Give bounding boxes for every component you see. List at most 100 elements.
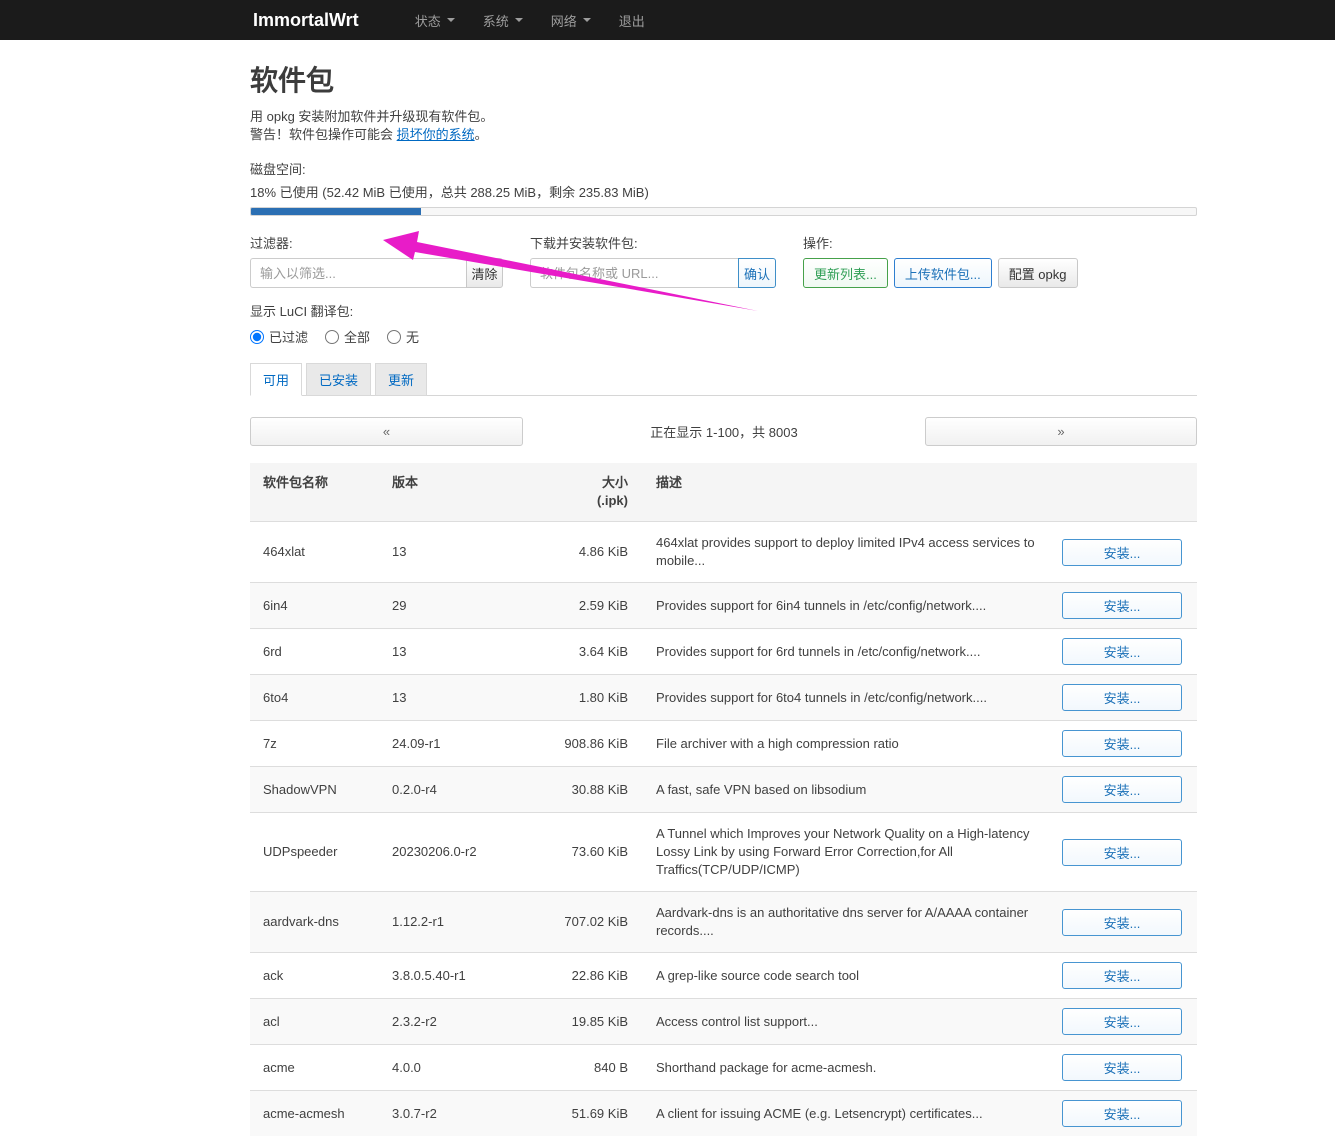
download-section: 下载并安装软件包: 确认 bbox=[530, 233, 776, 288]
package-name: 6to4 bbox=[250, 675, 392, 721]
prev-page-button[interactable]: « bbox=[250, 417, 523, 446]
package-version: 3.8.0.5.40-r1 bbox=[392, 953, 525, 999]
package-size: 3.64 KiB bbox=[525, 629, 628, 675]
download-label: 下载并安装软件包: bbox=[530, 233, 776, 252]
filter-section: 过滤器: 清除 bbox=[250, 233, 503, 288]
header-package-name: 软件包名称 bbox=[250, 463, 392, 522]
radio-label: 已过滤 bbox=[269, 327, 308, 346]
install-button[interactable]: 安装... bbox=[1062, 592, 1182, 619]
install-button[interactable]: 安装... bbox=[1062, 539, 1182, 566]
disk-usage-text: 18% 已使用 (52.42 MiB 已使用，总共 288.25 MiB，剩余 … bbox=[250, 182, 1197, 201]
tab-installed[interactable]: 已安装 bbox=[306, 363, 371, 396]
package-version: 2.3.2-r2 bbox=[392, 999, 525, 1045]
package-size: 30.88 KiB bbox=[525, 767, 628, 813]
clear-filter-button[interactable]: 清除 bbox=[466, 258, 503, 288]
table-row: acme-acmesh 3.0.7-r2 51.69 KiB A client … bbox=[250, 1091, 1197, 1136]
install-button[interactable]: 安装... bbox=[1062, 839, 1182, 866]
update-lists-button[interactable]: 更新列表... bbox=[803, 258, 888, 288]
brand-logo[interactable]: ImmortalWrt bbox=[253, 10, 359, 31]
translations-label: 显示 LuCI 翻译包: bbox=[250, 304, 353, 319]
header-version: 版本 bbox=[392, 463, 525, 522]
translation-option-all[interactable]: 全部 bbox=[325, 327, 370, 346]
disk-space-label: 磁盘空间: bbox=[250, 159, 1197, 178]
package-size: 840 B bbox=[525, 1045, 628, 1091]
nav-item-status[interactable]: 状态 bbox=[401, 0, 469, 40]
page-title: 软件包 bbox=[250, 59, 1197, 99]
translation-option-none[interactable]: 无 bbox=[387, 327, 419, 346]
package-size: 19.85 KiB bbox=[525, 999, 628, 1045]
upload-package-button[interactable]: 上传软件包... bbox=[894, 258, 992, 288]
radio-none[interactable] bbox=[387, 330, 401, 344]
package-version: 13 bbox=[392, 675, 525, 721]
nav-item-label: 退出 bbox=[619, 11, 645, 30]
install-button[interactable]: 安装... bbox=[1062, 776, 1182, 803]
package-name: UDPspeeder bbox=[250, 813, 392, 892]
tab-updates[interactable]: 更新 bbox=[375, 363, 427, 396]
package-name: 464xlat bbox=[250, 522, 392, 583]
install-button[interactable]: 安装... bbox=[1062, 684, 1182, 711]
nav-item-system[interactable]: 系统 bbox=[469, 0, 537, 40]
package-name: ShadowVPN bbox=[250, 767, 392, 813]
filter-input[interactable] bbox=[250, 258, 466, 288]
package-name: acl bbox=[250, 999, 392, 1045]
next-page-button[interactable]: » bbox=[925, 417, 1197, 446]
package-description: Provides support for 6to4 tunnels in /et… bbox=[628, 675, 1062, 721]
page-subtitle: 用 opkg 安装附加软件并升级现有软件包。 bbox=[250, 108, 1197, 125]
install-button[interactable]: 安装... bbox=[1062, 730, 1182, 757]
package-description: A Tunnel which Improves your Network Qua… bbox=[628, 813, 1062, 892]
install-button[interactable]: 安装... bbox=[1062, 909, 1182, 936]
package-size: 22.86 KiB bbox=[525, 953, 628, 999]
tab-available[interactable]: 可用 bbox=[250, 363, 302, 396]
pagination-status: 正在显示 1-100，共 8003 bbox=[523, 422, 925, 441]
table-row: acme 4.0.0 840 B Shorthand package for a… bbox=[250, 1045, 1197, 1091]
actions-label: 操作: bbox=[803, 233, 1084, 252]
filter-label: 过滤器: bbox=[250, 233, 503, 252]
confirm-button[interactable]: 确认 bbox=[738, 258, 776, 288]
translations-options: 已过滤全部无 bbox=[250, 327, 1197, 346]
package-size: 4.86 KiB bbox=[525, 522, 628, 583]
package-size: 908.86 KiB bbox=[525, 721, 628, 767]
install-button[interactable]: 安装... bbox=[1062, 1008, 1182, 1035]
damage-system-link[interactable]: 损坏你的系统 bbox=[397, 127, 475, 142]
table-row: 6in4 29 2.59 KiB Provides support for 6i… bbox=[250, 583, 1197, 629]
package-version: 13 bbox=[392, 629, 525, 675]
radio-filtered[interactable] bbox=[250, 330, 264, 344]
package-url-input[interactable] bbox=[530, 258, 738, 288]
package-size: 2.59 KiB bbox=[525, 583, 628, 629]
disk-usage-progress-fill bbox=[251, 208, 421, 215]
install-button[interactable]: 安装... bbox=[1062, 1054, 1182, 1081]
table-row: ShadowVPN 0.2.0-r4 30.88 KiB A fast, saf… bbox=[250, 767, 1197, 813]
package-table: 软件包名称 版本 大小 (.ipk) 描述 464xlat 13 4.86 Ki… bbox=[250, 463, 1197, 1136]
install-button[interactable]: 安装... bbox=[1062, 638, 1182, 665]
table-row: 464xlat 13 4.86 KiB 464xlat provides sup… bbox=[250, 522, 1197, 583]
table-row: acl 2.3.2-r2 19.85 KiB Access control li… bbox=[250, 999, 1197, 1045]
configure-opkg-button[interactable]: 配置 opkg bbox=[998, 258, 1078, 288]
nav-item-label: 状态 bbox=[415, 11, 441, 30]
nav-item-network[interactable]: 网络 bbox=[537, 0, 605, 40]
translation-option-filtered[interactable]: 已过滤 bbox=[250, 327, 308, 346]
package-size: 51.69 KiB bbox=[525, 1091, 628, 1136]
table-row: aardvark-dns 1.12.2-r1 707.02 KiB Aardva… bbox=[250, 892, 1197, 953]
radio-all[interactable] bbox=[325, 330, 339, 344]
package-name: 7z bbox=[250, 721, 392, 767]
package-description: A fast, safe VPN based on libsodium bbox=[628, 767, 1062, 813]
chevron-down-icon bbox=[583, 18, 591, 22]
package-version: 4.0.0 bbox=[392, 1045, 525, 1091]
package-version: 0.2.0-r4 bbox=[392, 767, 525, 813]
package-description: Provides support for 6rd tunnels in /etc… bbox=[628, 629, 1062, 675]
package-name: ack bbox=[250, 953, 392, 999]
warning-text: 警告！软件包操作可能会 损坏你的系统。 bbox=[250, 126, 1197, 143]
actions-section: 操作: 更新列表... 上传软件包... 配置 opkg bbox=[803, 233, 1084, 288]
package-name: 6rd bbox=[250, 629, 392, 675]
install-button[interactable]: 安装... bbox=[1062, 1100, 1182, 1127]
header-description: 描述 bbox=[628, 463, 1062, 522]
package-description: Access control list support... bbox=[628, 999, 1062, 1045]
navbar: ImmortalWrt 状态 系统 网络 退出 bbox=[0, 0, 1335, 40]
warning-suffix: 。 bbox=[475, 127, 488, 142]
package-description: A client for issuing ACME (e.g. Letsencr… bbox=[628, 1091, 1062, 1136]
package-version: 24.09-r1 bbox=[392, 721, 525, 767]
chevron-down-icon bbox=[515, 18, 523, 22]
chevron-down-icon bbox=[447, 18, 455, 22]
nav-item-logout[interactable]: 退出 bbox=[605, 0, 659, 40]
install-button[interactable]: 安装... bbox=[1062, 962, 1182, 989]
